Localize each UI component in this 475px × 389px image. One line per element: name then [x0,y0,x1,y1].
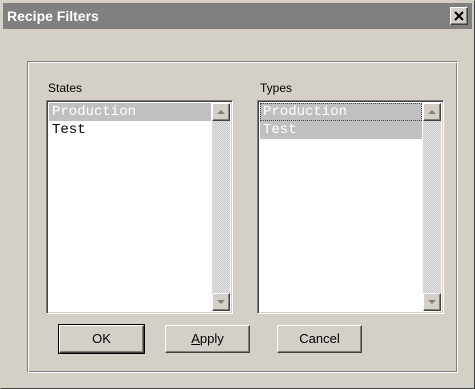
types-listbox[interactable]: Production Test [257,100,444,314]
window-title: Recipe Filters [7,8,99,24]
types-label: Types [260,81,293,95]
types-scrollbar[interactable] [423,103,441,311]
states-scroll-up-button[interactable] [212,103,230,121]
cancel-button[interactable]: Cancel [277,325,362,353]
arrow-up-icon [217,110,225,114]
arrow-up-icon [428,110,436,114]
states-scroll-down-button[interactable] [212,293,230,311]
title-bar[interactable]: Recipe Filters [3,3,472,29]
types-scroll-down-button[interactable] [423,293,441,311]
apply-button[interactable]: Apply [165,325,250,353]
close-icon [454,11,464,21]
types-list-items: Production Test [260,103,422,139]
apply-mnemonic: A [191,331,200,346]
states-label: States [48,81,83,95]
apply-label-rest: pply [199,331,224,346]
arrow-down-icon [428,300,436,304]
states-scrollbar[interactable] [212,103,230,311]
states-item-test[interactable]: Test [49,121,211,139]
states-list-items: Production Test [49,103,211,139]
arrow-down-icon [217,300,225,304]
types-item-production[interactable]: Production [260,103,422,121]
close-button[interactable] [450,7,468,25]
states-item-production[interactable]: Production [49,103,211,121]
types-scroll-up-button[interactable] [423,103,441,121]
types-item-test[interactable]: Test [260,121,422,139]
states-listbox[interactable]: Production Test [46,100,233,314]
recipe-filters-dialog: Recipe Filters States Types Production T… [0,0,475,389]
ok-button[interactable]: OK [58,324,145,354]
